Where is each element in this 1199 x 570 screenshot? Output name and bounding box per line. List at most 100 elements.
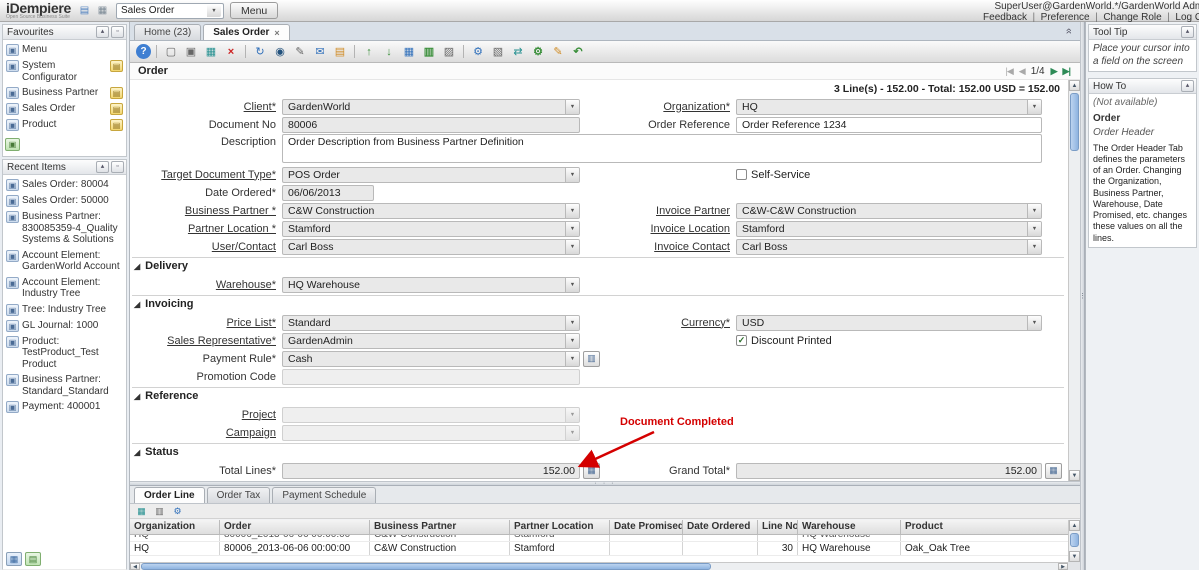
partner-location-label[interactable]: Partner Location * <box>132 223 282 235</box>
detail-record-icon[interactable]: ↓ <box>380 43 398 60</box>
currency-label[interactable]: Currency* <box>580 317 736 329</box>
favourite-sales-order[interactable]: Sales Order <box>4 101 125 117</box>
column-order[interactable]: Order <box>220 520 370 534</box>
recent-item[interactable]: Sales Order: 50000 <box>4 193 125 209</box>
client-label[interactable]: Client* <box>132 101 282 113</box>
tab-home[interactable]: Home (23) <box>134 24 201 40</box>
header-link[interactable]: Log Out <box>1162 12 1199 23</box>
document-no-field[interactable]: 80006 <box>282 117 580 133</box>
parent-record-icon[interactable]: ↑ <box>360 43 378 60</box>
first-record-button[interactable]: |◀ <box>1006 66 1013 77</box>
chart-icon[interactable] <box>25 552 41 566</box>
tab-order-line[interactable]: Order Line <box>134 487 205 503</box>
organization-field[interactable]: HQ <box>736 99 1042 115</box>
window-icon[interactable]: ▦ <box>95 4 110 18</box>
currency-field[interactable]: USD <box>736 315 1042 331</box>
chat-icon[interactable]: ✉ <box>311 43 329 60</box>
warehouse-field[interactable]: HQ Warehouse <box>282 277 580 293</box>
scroll-down-icon[interactable] <box>1069 470 1080 481</box>
business-partner-label[interactable]: Business Partner * <box>132 205 282 217</box>
favourites-drop-area[interactable] <box>3 135 126 156</box>
dropdown-arrow-icon[interactable] <box>1027 240 1041 254</box>
dropdown-arrow-icon[interactable] <box>1027 204 1041 218</box>
scroll-left-icon[interactable] <box>130 563 140 570</box>
collapse-panel-icon[interactable] <box>96 26 109 38</box>
dropdown-arrow-icon[interactable] <box>565 100 579 114</box>
dropdown-arrow-icon[interactable] <box>1027 316 1041 330</box>
attachment-icon[interactable]: ✎ <box>291 43 309 60</box>
project-field[interactable] <box>282 407 580 423</box>
column-partner-location[interactable]: Partner Location <box>510 520 610 534</box>
partner-location-field[interactable]: Stamford <box>282 221 580 237</box>
user-contact-label[interactable]: User/Contact <box>132 241 282 253</box>
business-partner-field[interactable]: C&W Construction <box>282 203 580 219</box>
global-search-combo[interactable]: Sales Order <box>116 3 224 19</box>
recent-item[interactable]: Account Element: Industry Tree <box>4 275 125 302</box>
invoice-location-label[interactable]: Invoice Location <box>580 223 736 235</box>
total-lines-field[interactable]: 152.00 <box>282 463 580 479</box>
dropdown-arrow-icon[interactable] <box>565 334 579 348</box>
recent-item[interactable]: Business Partner: 830085359-4_Quality Sy… <box>4 209 125 248</box>
column-line-no[interactable]: Line No <box>758 520 798 534</box>
project-label[interactable]: Project <box>132 409 282 421</box>
document-type-field[interactable]: POS Order <box>806 481 1064 482</box>
customize-icon[interactable]: ✎ <box>549 43 567 60</box>
column-organization[interactable]: Organization <box>130 520 220 534</box>
section-delivery[interactable]: Delivery <box>132 257 1064 274</box>
last-record-button[interactable]: ▶| <box>1063 66 1070 77</box>
scroll-up-icon[interactable] <box>1069 80 1080 91</box>
scrollbar-thumb[interactable] <box>1070 533 1079 547</box>
dropdown-arrow-icon[interactable] <box>565 168 579 182</box>
column-date-ordered[interactable]: Date Ordered <box>683 520 758 534</box>
invoice-location-field[interactable]: Stamford <box>736 221 1042 237</box>
target-document-type-field[interactable]: POS Order <box>282 167 580 183</box>
detach-panel-icon[interactable] <box>111 26 124 38</box>
section-reference[interactable]: Reference <box>132 387 1064 404</box>
previous-record-button[interactable]: ◀ <box>1019 66 1025 77</box>
close-tab-icon[interactable] <box>274 28 279 38</box>
grand-total-field[interactable]: 152.00 <box>736 463 1042 479</box>
recent-item[interactable]: GL Journal: 1000 <box>4 318 125 334</box>
archive-icon[interactable]: ▧ <box>489 43 507 60</box>
header-link[interactable]: Change Role <box>1090 12 1162 23</box>
dropdown-arrow-icon[interactable] <box>565 408 579 422</box>
toggle-form-icon[interactable]: ▦ <box>134 505 149 518</box>
description-field[interactable]: Order Description from Business Partner … <box>282 134 1042 163</box>
detail-vertical-scrollbar[interactable] <box>1068 520 1080 562</box>
request-icon[interactable]: ▤ <box>331 43 349 60</box>
delete-record-icon[interactable]: × <box>222 43 240 60</box>
column-date-promised[interactable]: Date Promised <box>610 520 683 534</box>
calculator-icon[interactable] <box>1045 463 1062 479</box>
recent-item[interactable]: Sales Order: 80004 <box>4 177 125 193</box>
print-icon[interactable]: ▨ <box>440 43 458 60</box>
collapse-panel-icon[interactable] <box>1181 26 1194 38</box>
document-status-field[interactable]: Completed <box>282 481 534 482</box>
discount-printed-field[interactable]: Discount Printed <box>736 335 832 347</box>
dropdown-arrow-icon[interactable] <box>565 352 579 366</box>
order-reference-field[interactable]: Order Reference 1234 <box>736 117 1042 133</box>
scroll-up-icon[interactable] <box>1069 520 1080 531</box>
favourite-system-configurator[interactable]: System Configurator <box>4 58 125 85</box>
scroll-down-icon[interactable] <box>1069 551 1080 562</box>
table-row[interactable]: HQ 80006_2013-06-06 00:00:00 C&W Constru… <box>130 535 1068 542</box>
favourite-product[interactable]: Product <box>4 117 125 133</box>
column-product[interactable]: Product <box>901 520 1041 534</box>
new-record-icon[interactable]: ▢ <box>162 43 180 60</box>
new-record-icon[interactable] <box>110 119 123 131</box>
recent-item[interactable]: Account Element: GardenWorld Account <box>4 248 125 275</box>
home-icon[interactable]: ▤ <box>77 4 92 18</box>
warehouse-label[interactable]: Warehouse* <box>132 279 282 291</box>
organization-label[interactable]: Organization* <box>580 101 736 113</box>
invoice-contact-label[interactable]: Invoice Contact <box>580 241 736 253</box>
section-status[interactable]: Status <box>132 443 1064 460</box>
grid-toggle-icon[interactable]: ▦ <box>400 43 418 60</box>
column-business-partner[interactable]: Business Partner <box>370 520 510 534</box>
save-record-icon[interactable]: ▦ <box>202 43 220 60</box>
target-document-type-label[interactable]: Target Document Type* <box>132 169 282 181</box>
dropdown-arrow-icon[interactable] <box>565 204 579 218</box>
process-icon[interactable]: ⚙ <box>469 43 487 60</box>
invoice-partner-field[interactable]: C&W-C&W Construction <box>736 203 1042 219</box>
recent-item[interactable]: Business Partner: Standard_Standard <box>4 372 125 399</box>
menu-button[interactable]: Menu <box>230 2 278 19</box>
new-record-icon[interactable] <box>110 60 123 72</box>
